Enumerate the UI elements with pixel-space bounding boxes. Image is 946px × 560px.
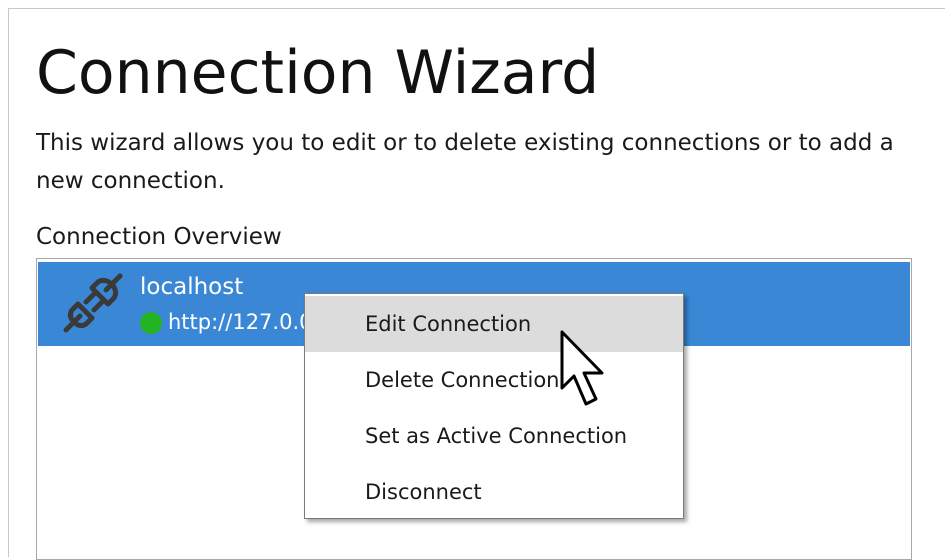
connection-status-dot xyxy=(140,312,162,334)
connection-overview-label: Connection Overview xyxy=(36,224,282,250)
menu-item-disconnect[interactable]: Disconnect xyxy=(305,464,683,520)
connection-name: localhost xyxy=(140,274,244,300)
menu-item-delete-connection[interactable]: Delete Connection xyxy=(305,352,683,408)
wizard-description: This wizard allows you to edit or to del… xyxy=(36,130,894,194)
plug-icon xyxy=(63,273,123,333)
context-menu: Edit Connection Delete Connection Set as… xyxy=(304,293,684,519)
menu-item-edit-connection[interactable]: Edit Connection xyxy=(305,296,683,352)
page-title: Connection Wizard xyxy=(36,38,600,108)
arrow-pointer-icon xyxy=(560,330,604,406)
menu-item-set-active-connection[interactable]: Set as Active Connection xyxy=(305,408,683,464)
